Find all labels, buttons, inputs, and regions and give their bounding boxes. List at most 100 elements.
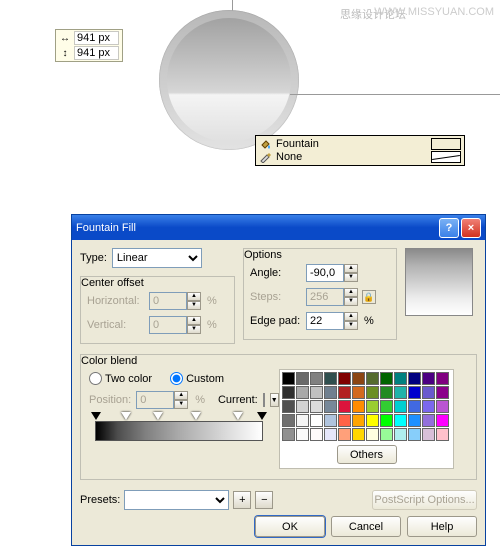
presets-select[interactable] — [124, 490, 229, 510]
palette-swatch[interactable] — [296, 386, 309, 399]
help-context-button[interactable]: ? — [439, 218, 459, 238]
palette-swatch[interactable] — [338, 386, 351, 399]
palette-swatch[interactable] — [338, 372, 351, 385]
palette-swatch[interactable] — [408, 414, 421, 427]
palette-swatch[interactable] — [394, 414, 407, 427]
gradient-stop-2[interactable] — [153, 412, 163, 420]
horizontal-pct: % — [207, 295, 217, 307]
edgepad-spin-down[interactable]: ▼ — [344, 321, 358, 330]
palette-swatch[interactable] — [324, 428, 337, 441]
palette-swatch[interactable] — [352, 428, 365, 441]
palette-swatch[interactable] — [422, 386, 435, 399]
horizontal-input — [149, 292, 187, 310]
palette-swatch[interactable] — [352, 400, 365, 413]
fountain-fill-dialog: Fountain Fill ? × Type: Linear Center of… — [71, 214, 486, 546]
palette-swatch[interactable] — [436, 400, 449, 413]
palette-swatch[interactable] — [324, 414, 337, 427]
palette-swatch[interactable] — [296, 414, 309, 427]
steps-lock-icon[interactable]: 🔒 — [362, 290, 376, 304]
palette-swatch[interactable] — [408, 428, 421, 441]
angle-input[interactable] — [306, 264, 344, 282]
palette-swatch[interactable] — [282, 414, 295, 427]
gradient-editor[interactable] — [95, 421, 263, 441]
palette-swatch[interactable] — [296, 400, 309, 413]
palette-swatch[interactable] — [366, 428, 379, 441]
palette-swatch[interactable] — [394, 372, 407, 385]
angle-spin-up[interactable]: ▲ — [344, 264, 358, 273]
palette-swatch[interactable] — [436, 414, 449, 427]
palette-swatch[interactable] — [310, 372, 323, 385]
guide-line-horizontal — [290, 94, 500, 95]
palette-swatch[interactable] — [408, 386, 421, 399]
palette-swatch[interactable] — [380, 372, 393, 385]
palette-swatch[interactable] — [324, 372, 337, 385]
current-color-dropdown[interactable]: ▼ — [270, 393, 279, 407]
palette-swatch[interactable] — [352, 372, 365, 385]
palette-swatch[interactable] — [366, 414, 379, 427]
palette-swatch[interactable] — [338, 428, 351, 441]
gradient-stop-end[interactable] — [257, 412, 267, 420]
type-select[interactable]: Linear — [112, 248, 202, 268]
palette-swatch[interactable] — [380, 400, 393, 413]
palette-swatch[interactable] — [380, 428, 393, 441]
palette-swatch[interactable] — [324, 386, 337, 399]
palette-swatch[interactable] — [394, 400, 407, 413]
palette-swatch[interactable] — [282, 372, 295, 385]
palette-swatch[interactable] — [338, 400, 351, 413]
palette-swatch[interactable] — [310, 400, 323, 413]
palette-swatch[interactable] — [310, 386, 323, 399]
canvas-circle-object[interactable] — [159, 10, 299, 150]
palette-swatch[interactable] — [366, 400, 379, 413]
palette-swatch[interactable] — [436, 372, 449, 385]
position-pct: % — [195, 394, 205, 406]
gradient-stop-start[interactable] — [91, 412, 101, 420]
others-button[interactable]: Others — [337, 445, 397, 464]
palette-swatch[interactable] — [352, 414, 365, 427]
palette-swatch[interactable] — [366, 372, 379, 385]
palette-swatch[interactable] — [380, 386, 393, 399]
palette-swatch[interactable] — [408, 400, 421, 413]
close-icon[interactable]: × — [461, 218, 481, 238]
fill-color-swatch[interactable] — [431, 138, 461, 150]
preset-add-button[interactable]: + — [233, 491, 251, 509]
cancel-button[interactable]: Cancel — [331, 516, 401, 537]
palette-swatch[interactable] — [394, 428, 407, 441]
outline-none-swatch[interactable] — [431, 151, 461, 163]
gradient-stop-3[interactable] — [191, 412, 201, 420]
edgepad-spin-up[interactable]: ▲ — [344, 312, 358, 321]
palette-swatch[interactable] — [436, 428, 449, 441]
palette-swatch[interactable] — [310, 414, 323, 427]
palette-swatch[interactable] — [422, 428, 435, 441]
palette-swatch[interactable] — [422, 400, 435, 413]
angle-spin-down[interactable]: ▼ — [344, 273, 358, 282]
gradient-stop-1[interactable] — [121, 412, 131, 420]
palette-swatch[interactable] — [282, 400, 295, 413]
palette-swatch[interactable] — [422, 372, 435, 385]
palette-swatch[interactable] — [296, 372, 309, 385]
palette-swatch[interactable] — [394, 386, 407, 399]
palette-swatch[interactable] — [282, 386, 295, 399]
dialog-title-bar[interactable]: Fountain Fill ? × — [72, 215, 485, 240]
width-icon — [59, 33, 71, 43]
preset-remove-button[interactable]: − — [255, 491, 273, 509]
twocolor-radio[interactable]: Two color — [89, 372, 152, 385]
palette-swatch[interactable] — [282, 428, 295, 441]
palette-swatch[interactable] — [352, 386, 365, 399]
palette-swatch[interactable] — [436, 386, 449, 399]
custom-radio[interactable]: Custom — [170, 372, 224, 385]
palette-swatch[interactable] — [338, 414, 351, 427]
palette-swatch[interactable] — [296, 428, 309, 441]
palette-swatch[interactable] — [324, 400, 337, 413]
ok-button[interactable]: OK — [255, 516, 325, 537]
palette-swatch[interactable] — [422, 414, 435, 427]
palette-swatch[interactable] — [380, 414, 393, 427]
help-button[interactable]: Help — [407, 516, 477, 537]
type-label: Type: — [80, 252, 107, 264]
edgepad-input[interactable] — [306, 312, 344, 330]
watermark-text-url: WWW.MISSYUAN.COM — [374, 6, 494, 18]
gradient-stop-4[interactable] — [233, 412, 243, 420]
outline-type-label: None — [276, 151, 302, 163]
palette-swatch[interactable] — [408, 372, 421, 385]
palette-swatch[interactable] — [366, 386, 379, 399]
palette-swatch[interactable] — [310, 428, 323, 441]
